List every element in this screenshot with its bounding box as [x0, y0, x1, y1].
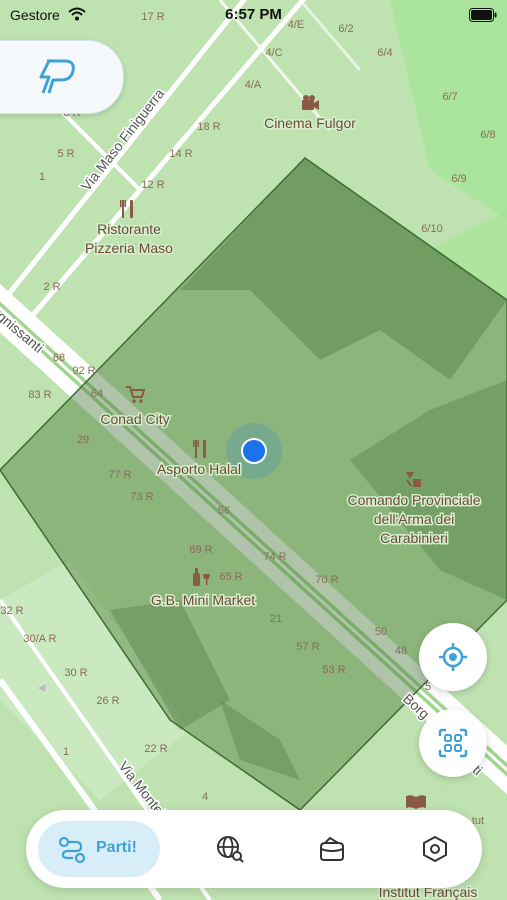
battery-icon: [469, 8, 497, 22]
house-number: 50: [375, 626, 387, 638]
house-number: 26 R: [96, 695, 119, 707]
house-number: 4: [202, 791, 208, 803]
house-number: 30 R: [64, 667, 87, 679]
house-number: 53 R: [322, 664, 345, 676]
house-number: 29: [77, 434, 89, 446]
house-number: 2 R: [43, 281, 60, 293]
current-location-dot: [241, 438, 267, 464]
house-number: 6/8: [480, 129, 495, 141]
house-number: 5 R: [57, 148, 74, 160]
house-number: 65 R: [219, 571, 242, 583]
house-number: 74 R: [263, 551, 286, 563]
poi-ristorante[interactable]: Ristorante: [96, 220, 163, 239]
poi-conad-city[interactable]: Conad City: [99, 410, 171, 429]
bag-icon: [320, 836, 344, 861]
house-number: 64: [91, 388, 103, 400]
app-logo-button[interactable]: [0, 40, 124, 114]
locate-icon: [439, 643, 467, 671]
settings-hex-icon: [423, 836, 447, 862]
scan-qr-button[interactable]: [419, 709, 487, 777]
house-number: 1: [63, 746, 69, 758]
house-number: 6/9: [451, 173, 466, 185]
status-bar: Gestore 6:57 PM: [0, 0, 507, 30]
book-icon[interactable]: [406, 795, 426, 809]
clock: 6:57 PM: [225, 6, 282, 23]
house-number: 6/4: [377, 47, 392, 59]
poi-comando-line3[interactable]: Carabinieri: [379, 529, 450, 548]
house-number: 77 R: [108, 469, 131, 481]
house-number: 6/7: [442, 91, 457, 103]
poi-cinema-fulgor[interactable]: Cinema Fulgor: [263, 114, 358, 133]
house-number: 12 R: [141, 179, 164, 191]
house-number: 48: [395, 645, 407, 657]
house-number: 18 R: [197, 121, 220, 133]
poi-comando-line1[interactable]: Comando Provinciale: [346, 491, 482, 510]
globe-search-icon: [217, 836, 244, 863]
poi-gb-mini-market[interactable]: G.B. Mini Market: [149, 591, 256, 610]
house-number: 14 R: [169, 148, 192, 160]
house-number: 73 R: [130, 491, 153, 503]
house-number: 4/A: [245, 79, 262, 91]
house-number: 6/10: [421, 223, 442, 235]
house-number: 32 R: [0, 605, 23, 617]
house-number: 57 R: [296, 641, 319, 653]
app-logo-icon: [39, 59, 75, 94]
house-number: 69 R: [189, 544, 212, 556]
route-icon: [58, 836, 86, 864]
bottom-navigation: Parti!: [26, 810, 482, 888]
house-number: 1: [39, 171, 45, 183]
tab-wallet[interactable]: [304, 821, 360, 877]
tab-settings[interactable]: [407, 821, 463, 877]
start-ride-button[interactable]: Parti!: [38, 821, 160, 877]
scan-icon: [438, 728, 468, 758]
house-number: 22 R: [144, 743, 167, 755]
house-number: 4/C: [265, 47, 282, 59]
house-number: 68: [53, 352, 65, 364]
house-number: 30/A R: [23, 633, 56, 645]
tab-explore[interactable]: [202, 821, 258, 877]
poi-comando-line2[interactable]: dell'Arma dei: [372, 510, 456, 529]
house-number: 70 R: [315, 574, 338, 586]
locate-me-button[interactable]: [419, 623, 487, 691]
poi-pizzeria-maso[interactable]: Pizzeria Maso: [84, 239, 175, 258]
house-number: 56: [218, 505, 230, 517]
house-number: 21: [270, 613, 282, 625]
start-ride-label: Parti!: [96, 839, 137, 856]
poi-asporto-halal[interactable]: Asporto Halal: [155, 460, 242, 479]
house-number: 83 R: [28, 389, 51, 401]
house-number: 92 R: [72, 365, 95, 377]
